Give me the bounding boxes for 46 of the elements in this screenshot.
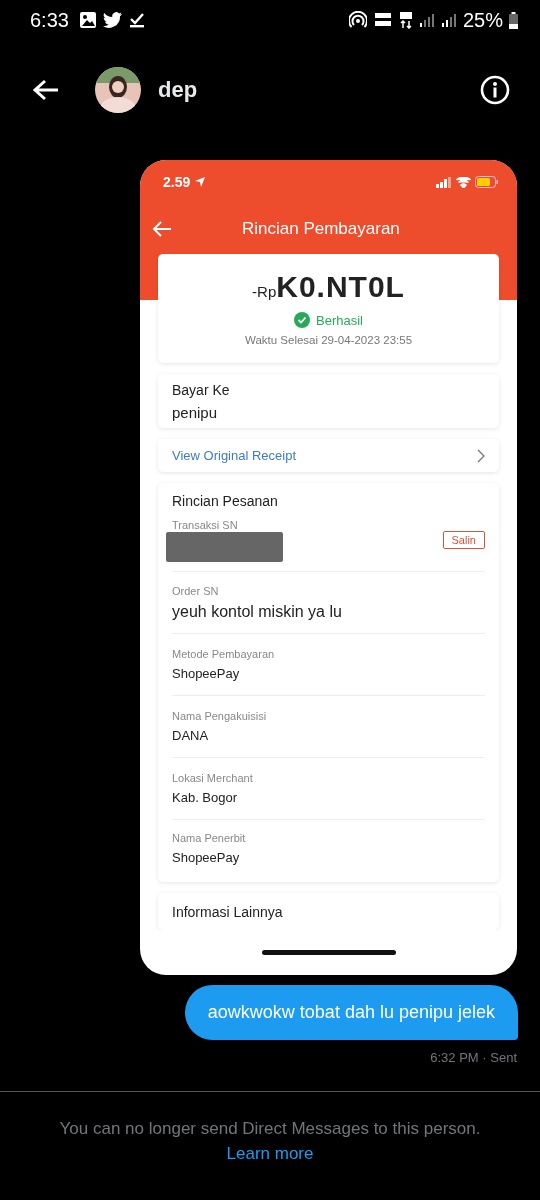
field-value: yeuh kontol miskin ya lu (172, 602, 343, 621)
field-label: Transaksi SN (172, 518, 239, 531)
bird-icon (102, 11, 123, 29)
currency-prefix: -Rp (252, 283, 277, 301)
completion-time: Waktu Selesai 29-04-2023 23:55 (244, 334, 413, 347)
signal-icon (436, 176, 452, 188)
field-label: Bayar Ke (172, 381, 231, 398)
page-title: Rincian Pembayaran (242, 219, 400, 239)
copy-button[interactable]: Salin (442, 531, 485, 550)
signal-icon (418, 12, 435, 28)
field-label: Order SN (172, 584, 220, 597)
chevron-right-icon (477, 448, 485, 463)
signal-icon (440, 12, 457, 28)
battery-percent: 25% (462, 8, 503, 32)
contact-name[interactable]: dep (158, 77, 198, 103)
check-circle-icon (294, 312, 310, 329)
message-bubble: aowkwokw tobat dah lu penipu jelek (184, 985, 518, 1040)
field-value: ShopeePay (172, 849, 241, 865)
field-value: penipu (172, 403, 219, 421)
wifi-icon (456, 176, 471, 188)
notice-text: You can no longer send Direct Messages to this person. Learn more (58, 1118, 482, 1165)
message-meta: 6:32 PM · Sent (430, 1050, 517, 1065)
shared-screenshot[interactable] (140, 160, 517, 975)
image-icon (78, 11, 97, 29)
status-time: 2.59 (163, 174, 191, 190)
field-label: Lokasi Merchant (172, 772, 254, 785)
field-label: Nama Pengakuisisi (172, 710, 268, 723)
field-label: Nama Penerbit (172, 831, 247, 844)
status-text: Berhasil (316, 312, 363, 328)
battery-icon (509, 11, 518, 29)
field-value: Kab. Bogor (172, 790, 239, 806)
battery-icon (475, 176, 499, 188)
section-title: Informasi Lainnya (172, 904, 283, 921)
field-value: DANA (172, 728, 210, 744)
section-title: Rincian Pesanan (172, 493, 279, 510)
field-value: ShopeePay (172, 666, 241, 682)
amount: K0.NT0L (276, 270, 405, 305)
download-done-icon (128, 12, 145, 28)
back-arrow-icon[interactable] (33, 79, 59, 101)
field-label: Metode Pembayaran (172, 648, 276, 661)
learn-more-link[interactable]: Learn more (226, 1144, 314, 1163)
status-time: 6:33 (30, 8, 69, 32)
receipt-link[interactable]: View Original Receipt (158, 439, 499, 473)
hotspot-icon (348, 11, 367, 29)
info-icon[interactable] (480, 75, 510, 105)
location-arrow-icon (194, 176, 207, 188)
